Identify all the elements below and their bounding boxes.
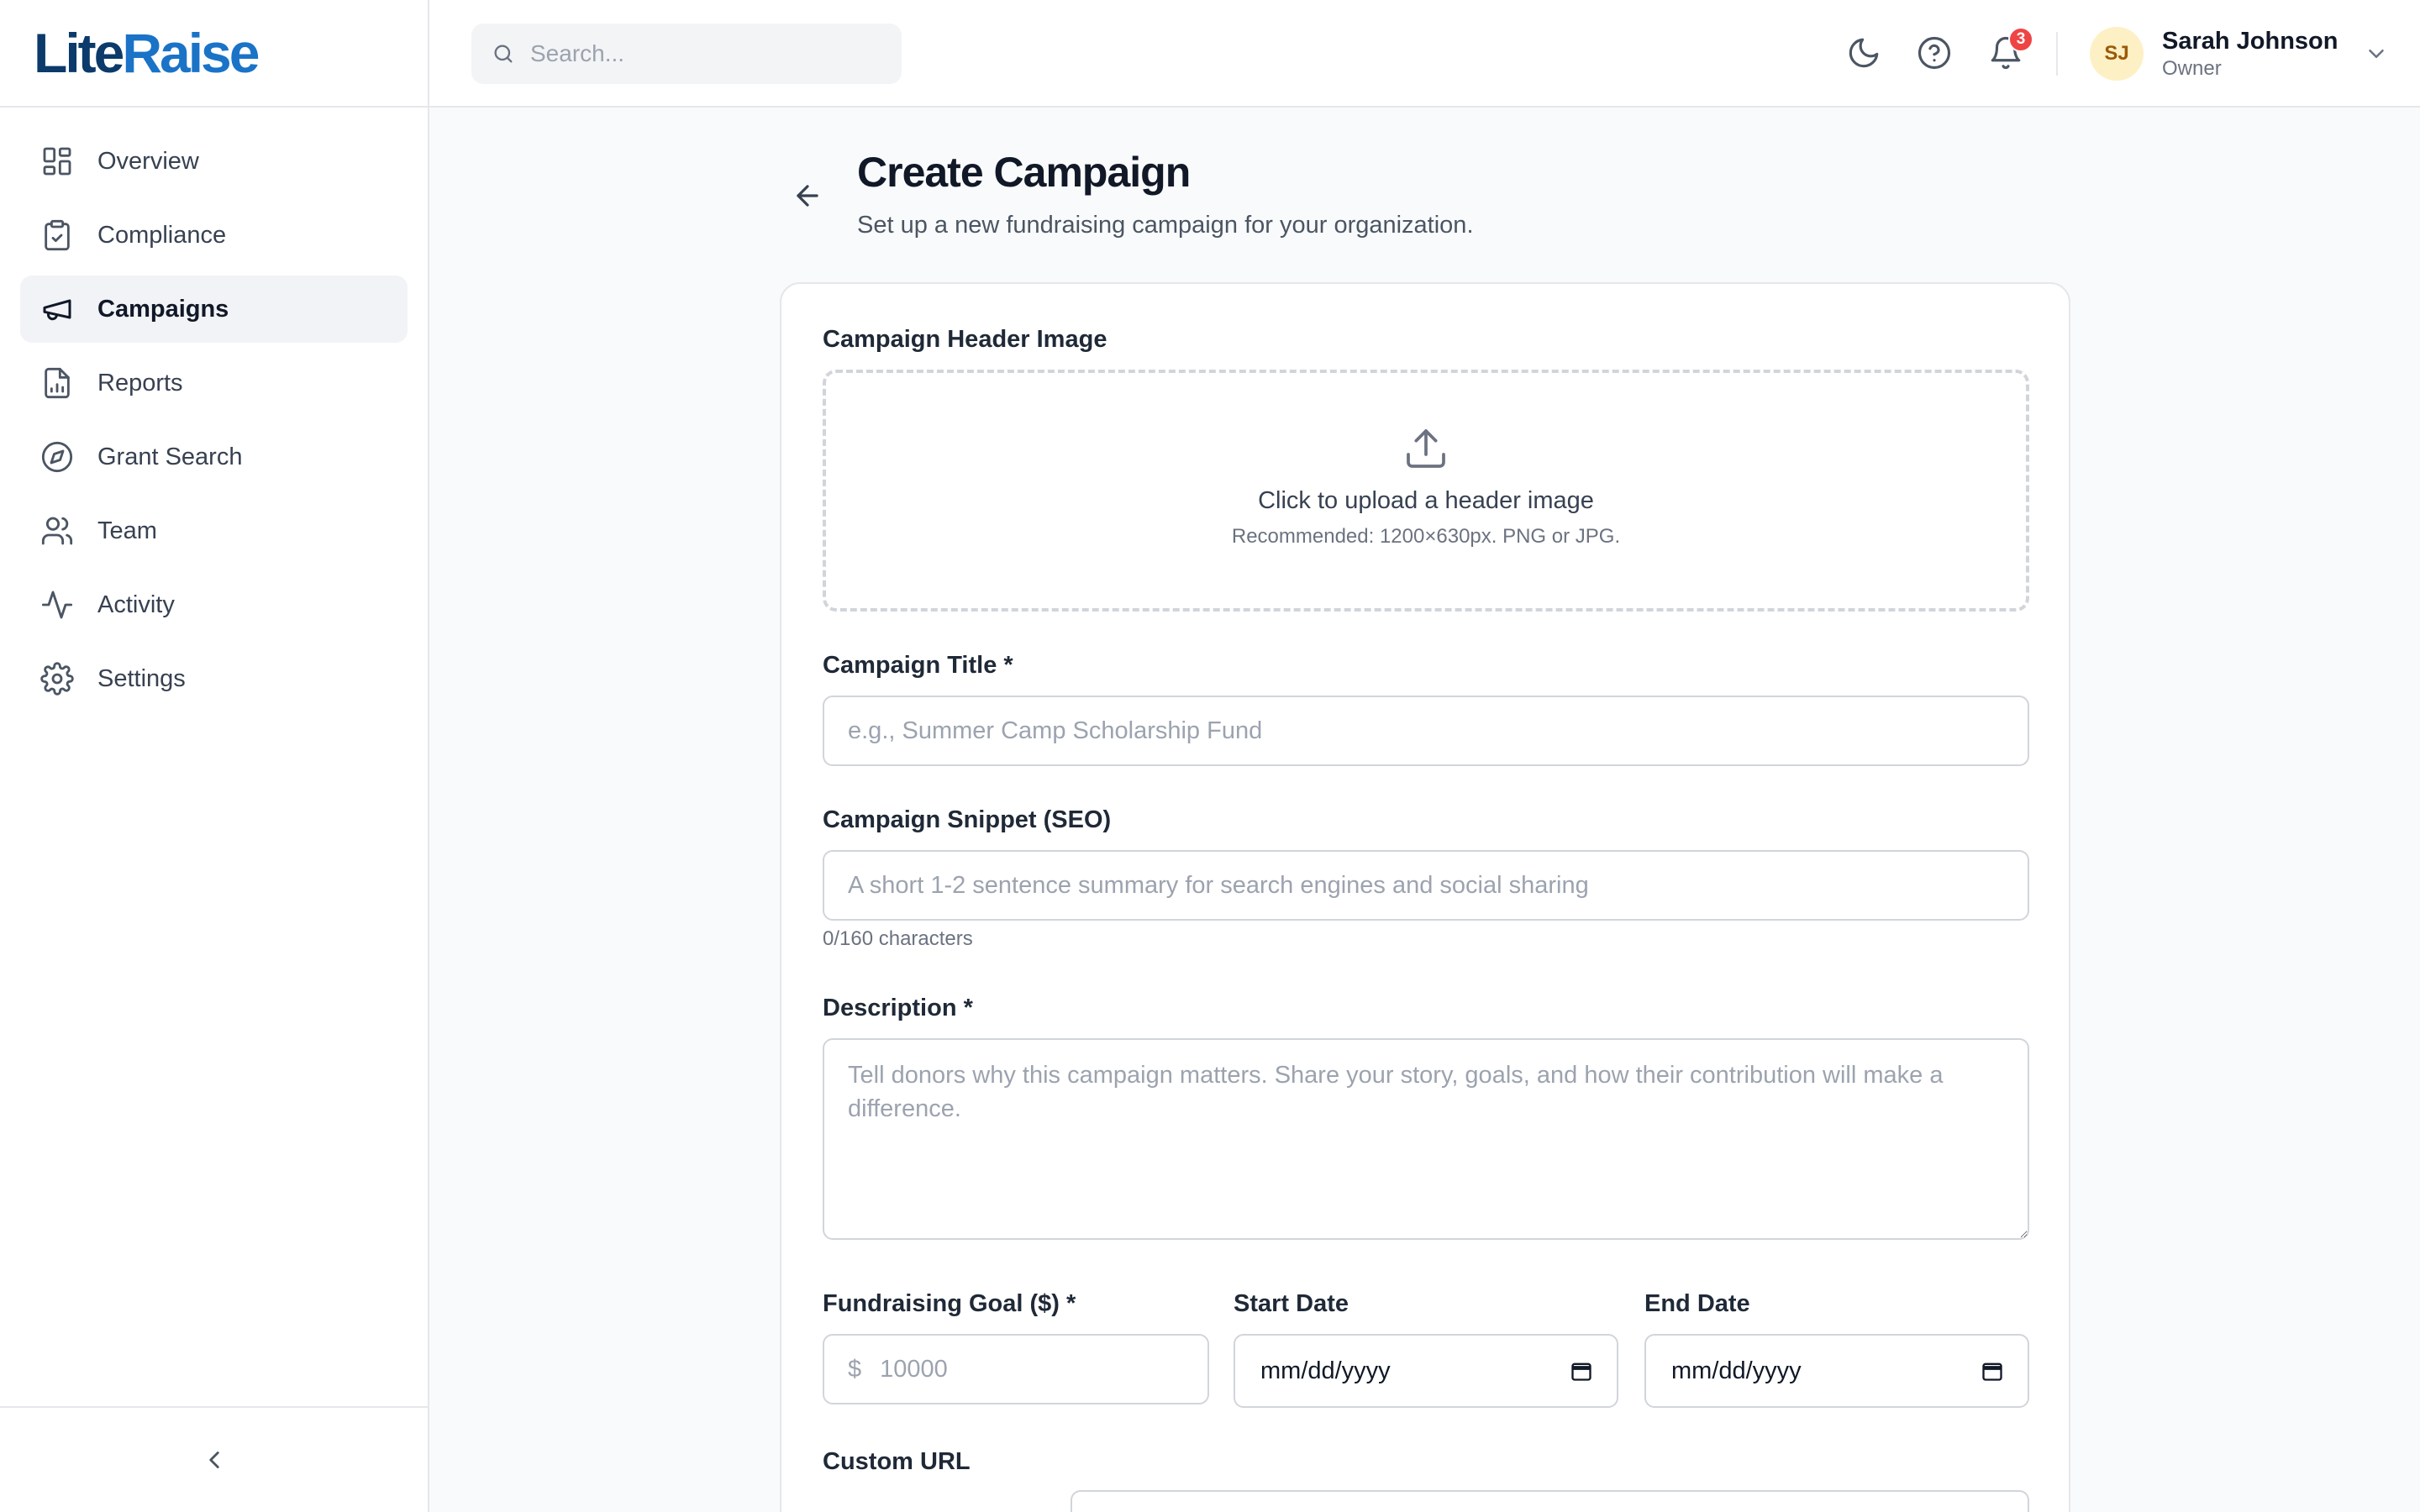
end-date-input[interactable]: mm/dd/yyyy [1644,1334,2029,1408]
start-date-label: Start Date [1234,1290,1349,1317]
dark-mode-toggle[interactable] [1846,35,1881,71]
description-textarea[interactable] [823,1038,2029,1240]
help-button[interactable] [1917,35,1952,71]
sidebar-nav: Overview Compliance Campaigns Reports Gr… [0,108,428,739]
sidebar-item-label: Settings [97,664,186,692]
app-root: LiteRaise Overview Compliance Campaigns … [0,0,2420,1512]
user-menu[interactable]: SJ Sarah Johnson Owner [2090,25,2389,82]
sidebar-item-label: Activity [97,591,175,618]
sidebar-item-campaigns[interactable]: Campaigns [20,276,408,343]
search-bar[interactable] [471,24,902,84]
sidebar-item-label: Team [97,517,157,544]
megaphone-icon [43,299,71,321]
notification-badge: 3 [2008,27,2033,52]
fundraising-goal-input[interactable] [880,1355,1183,1383]
end-date-value: mm/dd/yyyy [1671,1357,1802,1384]
page-subtitle: Set up a new fundraising campaign for yo… [857,212,1474,239]
grid-icon [43,147,71,176]
arrow-left-icon [797,185,818,207]
users-icon [41,517,73,545]
end-date-label: End Date [1644,1290,1750,1317]
moon-icon [1849,38,1879,68]
sidebar-item-label: Grant Search [97,443,243,470]
header-image-upload[interactable]: Click to upload a header image Recommend… [823,370,2029,612]
avatar: SJ [2090,27,2144,81]
logo[interactable]: LiteRaise [34,22,260,84]
compass-icon [41,441,73,473]
chevron-left-icon [208,1452,219,1468]
user-info: Sarah Johnson Owner [2162,26,2338,81]
search-input[interactable] [530,40,883,67]
upload-title: Click to upload a header image [1258,486,1594,514]
start-date-input[interactable]: mm/dd/yyyy [1234,1334,1618,1408]
sidebar: LiteRaise Overview Compliance Campaigns … [0,0,429,1512]
start-date-value: mm/dd/yyyy [1260,1357,1391,1384]
snippet-char-counter: 0/160 characters [823,927,973,950]
custom-url-label: Custom URL [823,1448,971,1475]
logo-part-2: Raise [122,22,260,84]
activity-icon [41,591,73,619]
search-icon [494,45,513,63]
top-header: 3 SJ Sarah Johnson Owner [429,0,2420,108]
sidebar-item-label: Compliance [97,221,227,249]
sidebar-item-grant-search[interactable]: Grant Search [20,423,408,491]
sidebar-collapse-button[interactable] [0,1406,428,1512]
campaign-title-input[interactable] [823,696,2029,766]
campaign-title-label: Campaign Title * [823,652,1013,679]
sidebar-item-overview[interactable]: Overview [20,128,408,195]
sidebar-item-label: Overview [97,147,199,175]
logo-part-1: Lite [34,22,124,84]
chevron-down-icon [2368,50,2384,58]
sidebar-item-settings[interactable]: Settings [20,645,408,712]
description-label: Description * [823,995,973,1021]
sidebar-item-label: Reports [97,369,183,396]
upload-icon [1407,428,1445,468]
file-chart-icon [45,367,70,399]
page-title: Create Campaign [857,149,1191,196]
help-circle-icon [1918,36,1951,70]
calendar-icon[interactable] [1570,1359,1593,1383]
clipboard-check-icon [45,219,70,251]
fundraising-goal-field[interactable]: $ [823,1334,1209,1404]
sidebar-item-label: Campaigns [97,295,229,323]
sidebar-item-compliance[interactable]: Compliance [20,202,408,269]
campaign-snippet-input[interactable] [823,850,2029,921]
sidebar-item-team[interactable]: Team [20,497,408,564]
user-role: Owner [2162,57,2222,80]
back-button[interactable] [792,180,823,212]
user-name: Sarah Johnson [2162,28,2338,55]
notifications-button[interactable]: 3 [1988,27,2033,71]
calendar-icon[interactable] [1981,1359,2004,1383]
sidebar-logo-area: LiteRaise [0,0,428,108]
gear-icon [40,662,74,696]
campaign-snippet-label: Campaign Snippet (SEO) [823,806,1112,833]
campaign-form-card: Campaign Header Image Click to upload a … [780,282,2070,1512]
upload-hint: Recommended: 1200×630px. PNG or JPG. [1231,524,1621,548]
header-image-label: Campaign Header Image [823,326,1107,353]
sidebar-item-activity[interactable]: Activity [20,571,408,638]
header-divider [2056,32,2058,76]
fundraising-goal-label: Fundraising Goal ($) * [823,1290,1076,1317]
currency-symbol: $ [848,1355,862,1383]
custom-url-input[interactable] [1071,1490,2029,1512]
sidebar-item-reports[interactable]: Reports [20,349,408,417]
